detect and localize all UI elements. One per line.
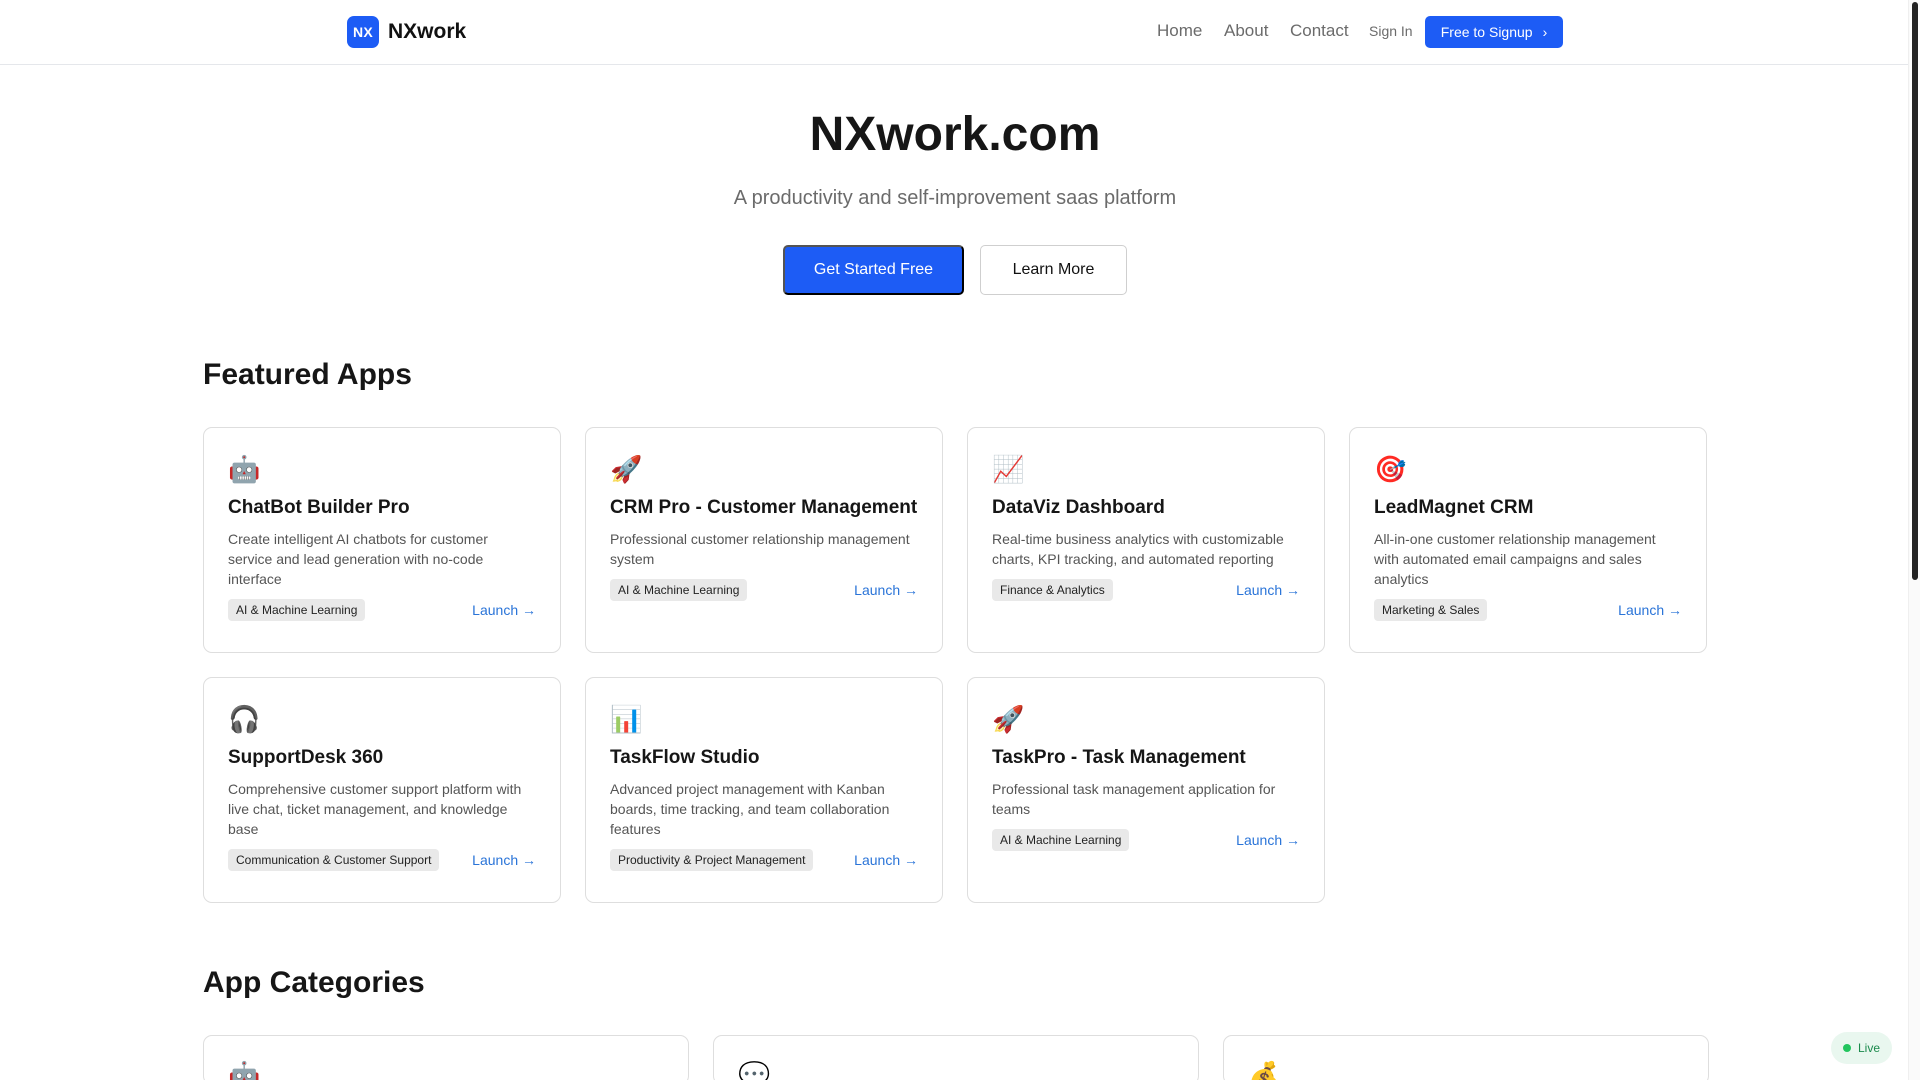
get-started-button[interactable]: Get Started Free (783, 245, 964, 295)
app-description: Comprehensive customer support platform … (228, 781, 522, 837)
category-card-communication[interactable]: 💬 (713, 1035, 1199, 1080)
launch-link[interactable]: Launch → (1618, 602, 1682, 618)
speech-bubble-icon: 💬 (738, 1060, 771, 1080)
nav-about[interactable]: About (1224, 21, 1268, 41)
app-title: DataViz Dashboard (992, 497, 1165, 518)
app-card-taskflow-studio[interactable]: 📊 TaskFlow Studio Advanced project manag… (585, 677, 943, 903)
app-description: Real-time business analytics with custom… (992, 531, 1284, 567)
chart-up-icon: 📈 (992, 454, 1025, 484)
category-card-ai[interactable]: 🤖 (203, 1035, 689, 1080)
app-title: LeadMagnet CRM (1374, 497, 1534, 518)
app-card-supportdesk-360[interactable]: 🎧 SupportDesk 360 Comprehensive customer… (203, 677, 561, 903)
category-tag: AI & Machine Learning (228, 599, 366, 621)
category-tag: Finance & Analytics (992, 579, 1113, 601)
launch-link[interactable]: Launch → (472, 852, 536, 868)
app-title: TaskFlow Studio (610, 747, 760, 768)
signup-button[interactable]: Free to Signup › (1425, 16, 1563, 48)
app-description: Advanced project management with Kanban … (610, 781, 890, 837)
hero-title: NXwork.com (809, 108, 1101, 161)
app-description: Create intelligent AI chatbots for custo… (228, 531, 488, 587)
hero-subtitle: A productivity and self-improvement saas… (733, 187, 1177, 209)
target-icon: 🎯 (1374, 454, 1407, 484)
category-tag: Communication & Customer Support (228, 849, 440, 871)
app-description: Professional customer relationship manag… (610, 531, 910, 567)
category-tag: Productivity & Project Management (610, 849, 814, 871)
nav-contact[interactable]: Contact (1290, 21, 1349, 41)
launch-link[interactable]: Launch → (854, 582, 918, 598)
robot-icon: 🤖 (228, 454, 261, 484)
app-title: ChatBot Builder Pro (228, 497, 410, 518)
app-card-dataviz-dashboard[interactable]: 📈 DataViz Dashboard Real-time business a… (967, 427, 1325, 653)
app-card-crm-pro[interactable]: 🚀 CRM Pro - Customer Management Professi… (585, 427, 943, 653)
launch-link[interactable]: Launch → (472, 602, 536, 618)
launch-link[interactable]: Launch → (854, 852, 918, 868)
launch-link[interactable]: Launch → (1236, 582, 1300, 598)
app-card-chatbot-builder[interactable]: 🤖 ChatBot Builder Pro Create intelligent… (203, 427, 561, 653)
live-label: Live (1858, 1041, 1881, 1055)
app-title: CRM Pro - Customer Management (610, 497, 918, 518)
rocket-icon: 🚀 (992, 704, 1025, 734)
live-status-badge: Live (1831, 1032, 1893, 1064)
brand-name: NXwork (388, 20, 467, 43)
app-title: SupportDesk 360 (228, 747, 384, 768)
signup-label: Free to Signup (1440, 24, 1533, 40)
app-description: All-in-one customer relationship managem… (1374, 531, 1656, 587)
launch-link[interactable]: Launch → (1236, 832, 1300, 848)
nav-home[interactable]: Home (1157, 21, 1202, 41)
robot-icon: 🤖 (228, 1060, 261, 1080)
site-header: NX NXwork Home About Contact Sign In Fre… (0, 0, 1908, 65)
learn-more-button[interactable]: Learn More (980, 245, 1127, 295)
money-bag-icon: 💰 (1248, 1060, 1281, 1080)
app-categories-title: App Categories (203, 966, 425, 999)
bar-chart-icon: 📊 (610, 704, 643, 734)
brand[interactable]: NX NXwork (347, 16, 466, 48)
scrollbar-thumb[interactable] (1912, 2, 1918, 580)
sign-in-link[interactable]: Sign In (1369, 23, 1413, 39)
vertical-scrollbar[interactable] (1908, 0, 1920, 1080)
headphones-icon: 🎧 (228, 704, 261, 734)
app-title: TaskPro - Task Management (992, 747, 1246, 768)
category-card-finance[interactable]: 💰 (1223, 1035, 1709, 1080)
app-description: Professional task management application… (992, 781, 1276, 817)
category-tag: AI & Machine Learning (992, 829, 1130, 851)
category-tag: AI & Machine Learning (610, 579, 748, 601)
app-card-leadmagnet-crm[interactable]: 🎯 LeadMagnet CRM All-in-one customer rel… (1349, 427, 1707, 653)
chevron-right-icon: › (1542, 24, 1548, 40)
category-tag: Marketing & Sales (1374, 599, 1488, 621)
rocket-icon: 🚀 (610, 454, 643, 484)
status-dot-icon (1843, 1044, 1851, 1052)
app-card-taskpro[interactable]: 🚀 TaskPro - Task Management Professional… (967, 677, 1325, 903)
brand-logo: NX (347, 16, 379, 48)
featured-apps-title: Featured Apps (203, 358, 412, 391)
